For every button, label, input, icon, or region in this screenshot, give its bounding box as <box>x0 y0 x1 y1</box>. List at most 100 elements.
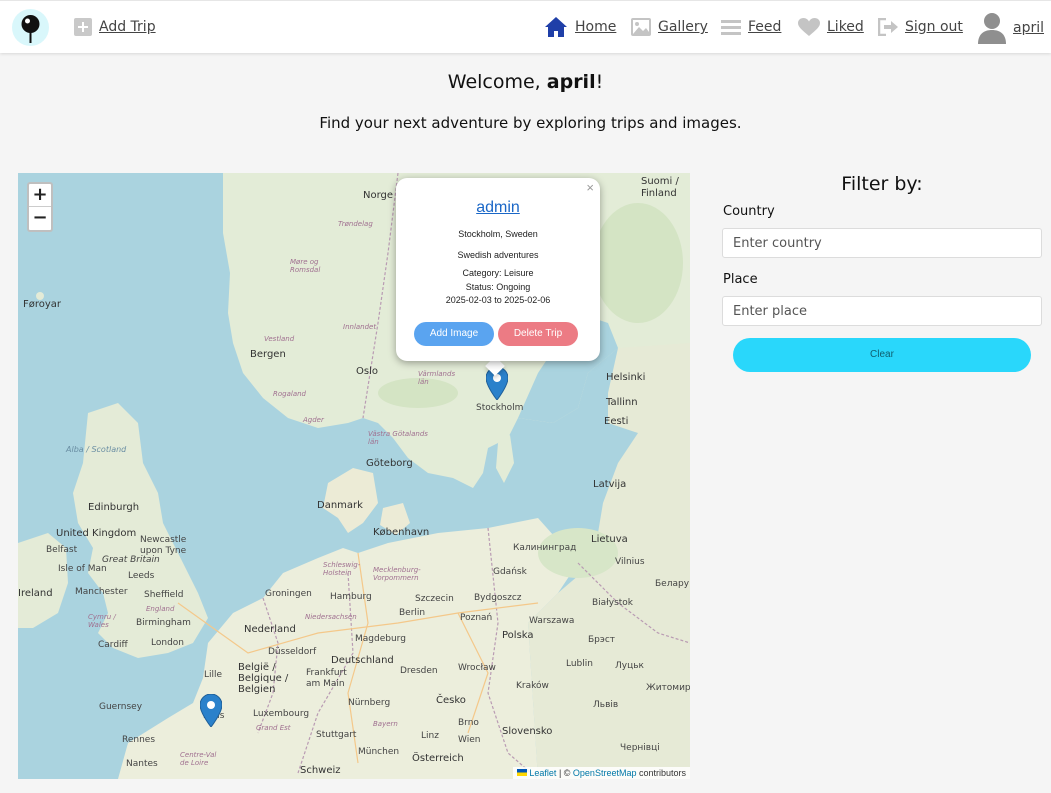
popup-dates: 2025-02-03 to 2025-02-06 <box>445 295 551 305</box>
liked-label: Liked <box>827 19 864 35</box>
map-label-goteborg: Göteborg <box>366 458 413 469</box>
map-label-brno: Brno <box>458 718 479 728</box>
map-label-poznan: Poznań <box>460 613 493 623</box>
country-input[interactable] <box>722 228 1042 258</box>
sign-out-link[interactable]: Sign out <box>878 14 963 40</box>
map-label-luxembourg: Luxembourg <box>253 709 310 719</box>
country-label: Country <box>723 204 775 219</box>
map-label-frankfurt: Frankfurt am Main <box>306 668 347 689</box>
map-label-lviv: Львів <box>593 700 619 710</box>
popup-status: Status: Ongoing <box>465 282 531 292</box>
feed-link[interactable]: Feed <box>721 14 781 40</box>
paris-marker-icon[interactable] <box>199 693 223 728</box>
home-label: Home <box>575 19 617 35</box>
map-label-magdeburg: Magdeburg <box>355 634 406 644</box>
map-label-vilnius: Vilnius <box>615 557 645 567</box>
welcome-username: april <box>546 71 596 93</box>
map-label-bergen: Bergen <box>250 349 286 360</box>
map-label-chernivtsi: Чернівці <box>620 743 660 753</box>
map-label-centre: Centre-Val de Loire <box>180 751 217 767</box>
map-label-sheffield: Sheffield <box>144 590 184 600</box>
sign-out-label: Sign out <box>905 19 963 35</box>
map-label-lublin: Lublin <box>566 659 593 669</box>
popup-close-button[interactable]: × <box>586 180 594 195</box>
liked-link[interactable]: Liked <box>798 14 864 40</box>
list-icon <box>721 19 741 35</box>
delete-trip-button[interactable]: Delete Trip <box>498 322 578 346</box>
gallery-link[interactable]: Gallery <box>631 14 708 40</box>
clear-filter-button[interactable]: Clear <box>733 338 1031 372</box>
map-label-rennes: Rennes <box>122 735 156 745</box>
map-label-linz: Linz <box>421 731 439 741</box>
add-trip-label: Add Trip <box>99 19 156 35</box>
map-pin-logo-icon <box>21 15 40 43</box>
map-label-helsinki: Helsinki <box>606 372 646 383</box>
tagline: Find your next adventure by exploring tr… <box>319 114 742 132</box>
map-label-latvija: Latvija <box>593 479 627 490</box>
place-input[interactable] <box>722 296 1042 326</box>
map-label-nantes: Nantes <box>126 759 158 769</box>
map-label-hamburg: Hamburg <box>330 592 372 602</box>
map-label-rogaland: Rogaland <box>273 390 306 398</box>
map-label-groningen: Groningen <box>265 589 312 599</box>
map-label-nurnberg: Nürnberg <box>348 698 391 708</box>
map-label-lietuva: Lietuva <box>591 534 628 545</box>
map-label-deutschland: Deutschland <box>331 655 394 666</box>
map-label-berlin: Berlin <box>399 608 426 618</box>
feed-label: Feed <box>748 19 782 35</box>
openstreetmap-link[interactable]: OpenStreetMap <box>573 768 637 778</box>
map-label-england: England <box>146 605 175 613</box>
map-label-belgie: België / Belgique / Belgien <box>238 662 289 695</box>
logo[interactable] <box>12 9 49 46</box>
map-label-belarus: Белару <box>655 579 690 589</box>
map-label-tallinn: Tallinn <box>606 397 638 408</box>
popup-trip-title: Swedish adventures <box>457 250 539 260</box>
map-label-wroclaw: Wrocław <box>458 663 496 673</box>
map-label-lille: Lille <box>204 670 223 680</box>
map-label-schleswig: Schleswig-Holstein <box>323 561 361 577</box>
add-image-button[interactable]: Add Image <box>414 322 494 346</box>
trip-map[interactable]: Norge Suomi / Finland Føroyar Bergen Osl… <box>18 173 690 779</box>
zoom-out-button[interactable]: − <box>29 207 51 230</box>
map-label-faroyar: Føroyar <box>23 299 62 310</box>
map-label-lutsk: Луцьк <box>615 661 644 671</box>
filter-title: Filter by: <box>841 173 923 195</box>
leaflet-link[interactable]: Leaflet <box>529 768 556 778</box>
map-label-belfast: Belfast <box>46 545 78 555</box>
map-label-zhytomyr: Житомир <box>646 683 690 693</box>
map-label-dusseldorf: Düsseldorf <box>268 647 317 657</box>
map-label-norge: Norge <box>363 190 394 201</box>
popup-location: Stockholm, Sweden <box>458 229 538 239</box>
zoom-in-button[interactable]: + <box>29 184 51 207</box>
map-label-cymru: Cymru / Wales <box>88 613 116 629</box>
navbar: Add Trip Home Gallery Feed Liked Sign ou… <box>0 0 1051 53</box>
map-label-slovensko: Slovensko <box>502 726 553 737</box>
popup-user-link[interactable]: admin <box>396 199 600 217</box>
map-label-bialystok: Białystok <box>592 598 634 608</box>
home-icon <box>544 16 568 38</box>
map-label-newcastle: Newcastle upon Tyne <box>140 535 187 556</box>
username-label: april <box>1013 20 1045 36</box>
map-label-niedersachsen: Niedersachsen <box>305 613 357 621</box>
map-label-mecklenburg: Mecklenburg-Vorpommern <box>373 566 421 582</box>
zoom-control: + − <box>27 182 53 232</box>
welcome-heading: Welcome, april! <box>447 71 604 93</box>
user-avatar-icon <box>978 12 1006 44</box>
map-label-oslo: Oslo <box>356 366 378 377</box>
map-label-guernsey: Guernsey <box>99 702 143 712</box>
map-label-danmark: Danmark <box>317 500 363 511</box>
map-label-warszawa: Warszawa <box>529 616 575 626</box>
map-label-schweiz: Schweiz <box>300 765 341 776</box>
map-label-innlandet: Innlandet <box>343 323 377 331</box>
map-label-bayern: Bayern <box>373 720 398 728</box>
home-link[interactable]: Home <box>544 14 616 40</box>
map-label-krakow: Kraków <box>516 681 549 691</box>
map-label-london: London <box>151 638 184 648</box>
popup-category: Category: Leisure <box>462 268 534 278</box>
map-label-brest: Брэст <box>588 635 616 645</box>
add-trip-link[interactable]: Add Trip <box>74 14 156 40</box>
user-profile-link[interactable]: april <box>978 12 1044 44</box>
map-label-stockholm: Stockholm <box>476 403 524 413</box>
map-label-vestland: Vestland <box>264 335 295 343</box>
map-label-gdansk: Gdańsk <box>493 567 527 577</box>
